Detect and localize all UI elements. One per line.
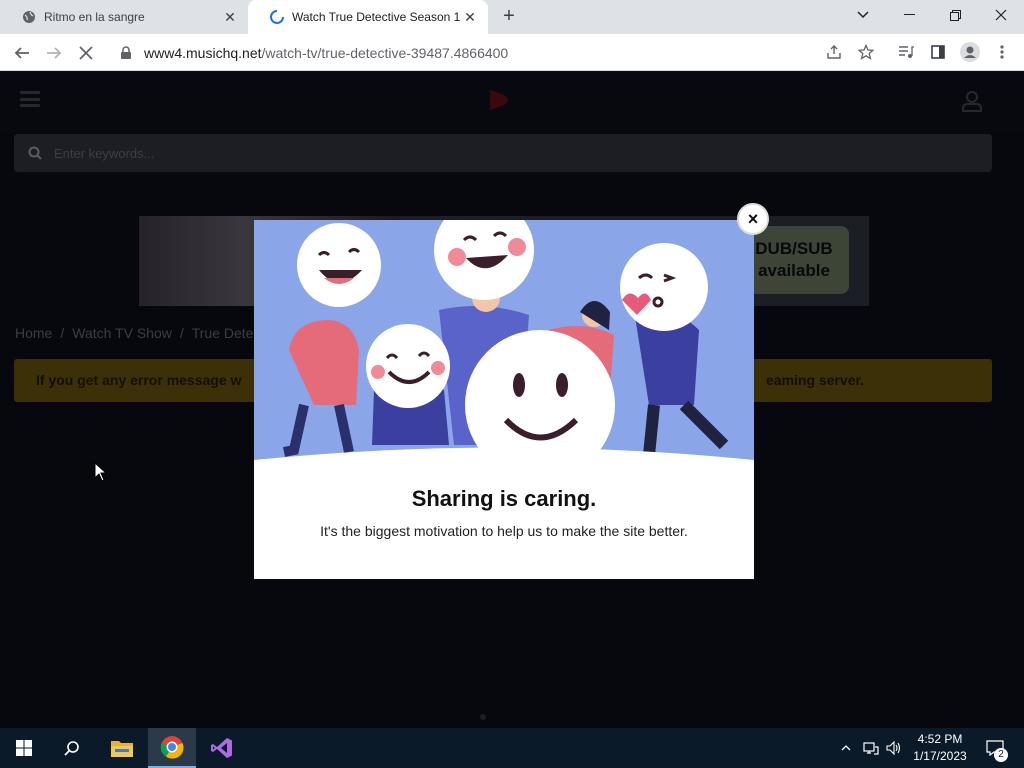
clock-date: 1/17/2023 [913,749,967,763]
url-path: /watch-tv/true-detective-39487.4866400 [261,44,509,61]
media-controls-icon[interactable] [896,42,916,62]
tab-title: Watch True Detective Season 1 E [292,10,460,24]
taskbar-search-icon[interactable] [48,728,96,768]
sharing-modal: Sharing is caring. It's the biggest moti… [254,220,754,579]
close-window-button[interactable] [978,0,1024,30]
url-host: www4.musichq.net [144,44,262,61]
lock-icon[interactable] [120,45,134,60]
file-explorer-icon[interactable] [98,728,146,768]
volume-icon[interactable] [884,728,904,768]
visual-studio-icon[interactable] [198,728,246,768]
windows-taskbar: 4:52 PM 1/17/2023 2 [0,728,1024,768]
chrome-taskbar-icon[interactable] [148,728,196,768]
address-bar[interactable]: www4.musichq.net/watch-tv/true-detective… [110,38,890,67]
new-tab-button[interactable]: + [498,6,520,28]
tab-title: Ritmo en la sangre [44,10,145,24]
restore-button[interactable] [932,0,978,30]
system-clock[interactable]: 4:52 PM 1/17/2023 [905,731,975,765]
browser-toolbar: www4.musichq.net/watch-tv/true-detective… [0,34,1024,71]
url-text: www4.musichq.net/watch-tv/true-detective… [144,45,508,61]
forward-button[interactable] [42,41,66,65]
notification-count-badge: 2 [994,748,1008,762]
modal-title: Sharing is caring. [411,486,597,511]
close-tab-icon[interactable]: ✕ [462,9,478,25]
clock-time: 4:52 PM [917,732,963,746]
loading-spinner-icon [270,10,284,24]
start-button[interactable] [0,728,48,768]
profile-avatar-icon[interactable] [960,42,980,62]
tab-strip: Ritmo en la sangre ✕ Watch True Detectiv… [0,0,1024,34]
notification-center-icon[interactable]: 2 [980,728,1010,768]
tab-true-detective[interactable]: Watch True Detective Season 1 E ✕ [248,0,488,34]
mouse-cursor-icon [94,461,108,482]
modal-close-button[interactable]: × [737,203,769,235]
tab-ritmo[interactable]: Ritmo en la sangre ✕ [0,0,248,34]
smiley-people-illustration [254,220,754,465]
show-hidden-icons-chevron[interactable] [836,728,856,768]
modal-text: It's the biggest motivation to help us t… [320,523,688,539]
more-menu-icon[interactable] [992,42,1012,62]
share-icon[interactable] [824,42,844,62]
bookmark-star-icon[interactable] [856,42,876,62]
back-button[interactable] [10,41,34,65]
close-tab-icon[interactable]: ✕ [222,9,238,25]
minimize-button[interactable] [886,0,932,30]
network-icon[interactable] [860,728,882,768]
globe-icon [22,10,36,24]
stop-loading-button[interactable] [74,41,98,65]
side-panel-icon[interactable] [928,42,948,62]
tab-search-chevron-icon[interactable] [840,0,886,30]
